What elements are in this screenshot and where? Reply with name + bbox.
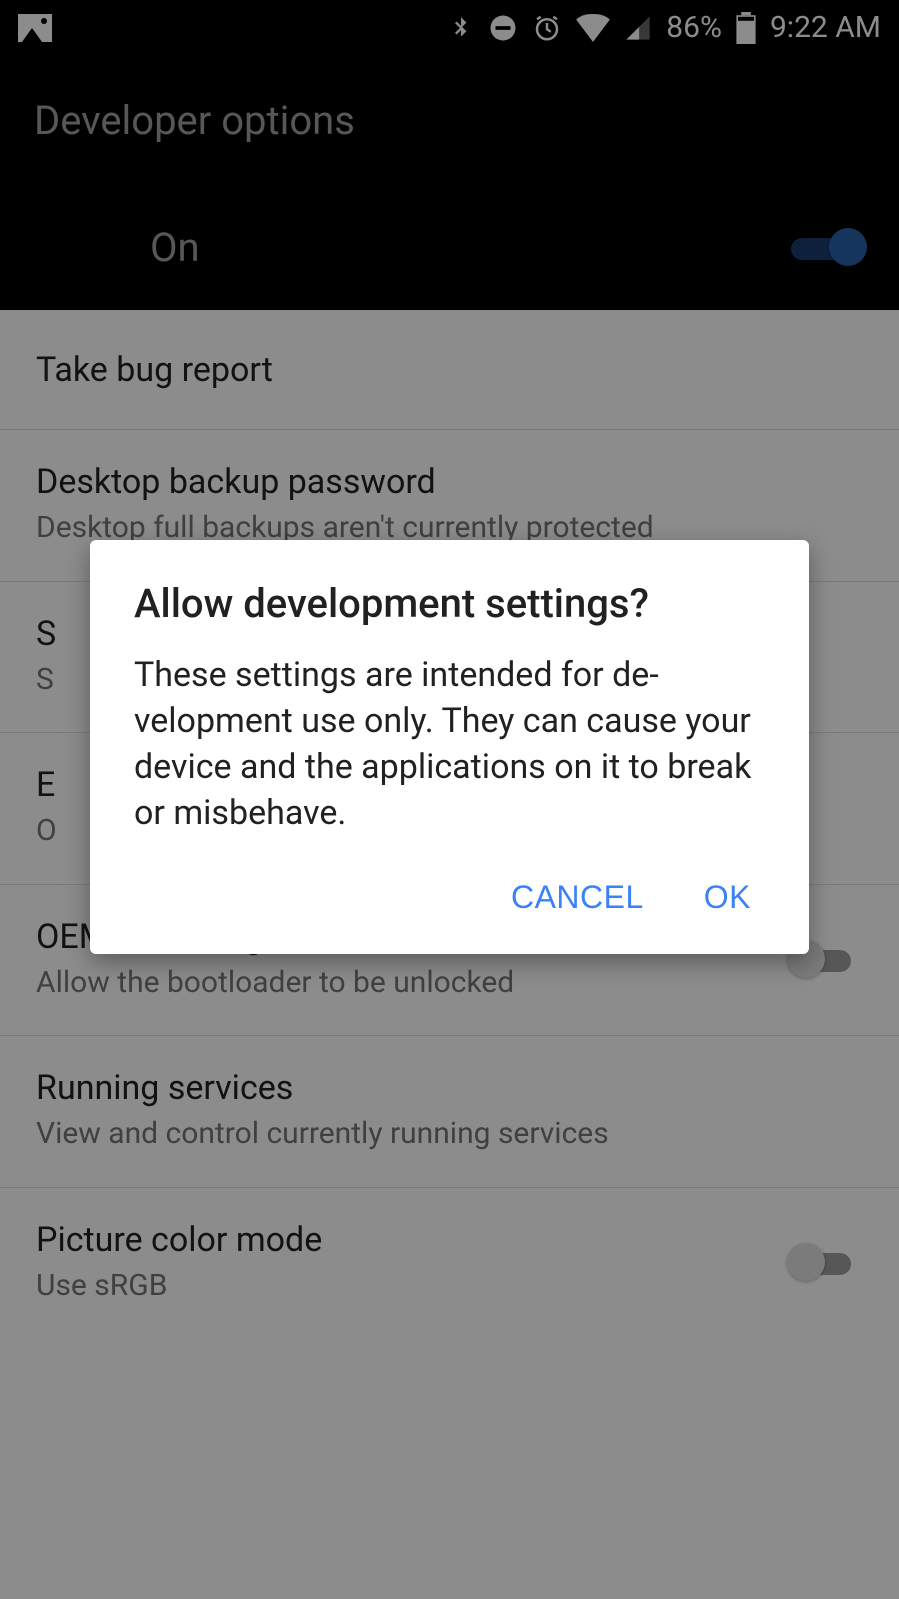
dialog-actions: CANCEL OK — [134, 867, 765, 936]
dialog-title: Allow development settings? — [134, 580, 765, 627]
cancel-button[interactable]: CANCEL — [511, 879, 644, 916]
dialog-body: These settings are intended for de­velop… — [134, 653, 765, 837]
allow-development-dialog: Allow development settings? These settin… — [90, 540, 809, 954]
ok-button[interactable]: OK — [704, 879, 751, 916]
